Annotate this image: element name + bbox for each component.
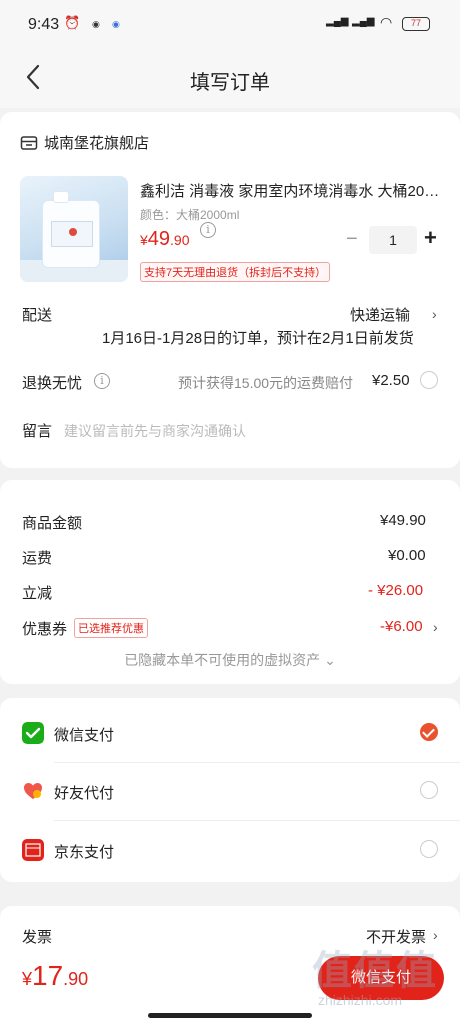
page-title: 填写订单 bbox=[190, 72, 270, 94]
invoice-label: 发票 bbox=[22, 929, 53, 946]
hidden-assets-note: 已隐藏本单不可使用的虚拟资产 bbox=[124, 652, 321, 668]
message-label: 留言 bbox=[22, 423, 53, 440]
total-price: ¥17.90 bbox=[22, 960, 89, 991]
product-title[interactable]: 鑫利洁 消毒液 家用室内环境消毒水 大桶2000ml bbox=[140, 180, 445, 201]
quantity-decrease-button[interactable]: − bbox=[346, 228, 358, 251]
signal-2-icon: ▂▄▆ bbox=[352, 16, 375, 27]
price-info-icon[interactable]: i bbox=[200, 222, 216, 238]
watermark-domain: zhizhizhi.com bbox=[318, 992, 403, 1008]
wechat-pay-icon bbox=[22, 722, 44, 744]
product-price: ¥49.90 bbox=[140, 228, 190, 250]
delivery-note: 1月16日-1月28日的订单，预计在2月1日前发货 bbox=[102, 330, 414, 347]
alarm-icon: ⏰ bbox=[64, 15, 81, 30]
price-summary-card: 商品金额 ¥49.90 运费 ¥0.00 立减 - ¥26.00 优惠券 已选推… bbox=[0, 480, 460, 684]
shop-row[interactable]: 城南堡花旗舰店 bbox=[20, 132, 149, 153]
divider bbox=[54, 762, 460, 763]
notification-dot-icon: ◉ bbox=[92, 19, 100, 29]
message-input[interactable]: 建议留言前先与商家沟通确认 bbox=[64, 421, 246, 441]
order-item-card: 城南堡花旗舰店 鑫利洁 消毒液 家用室内环境消毒水 大桶2000ml 颜色：大桶… bbox=[0, 112, 460, 468]
hidden-assets-toggle[interactable]: 已隐藏本单不可使用的虚拟资产 ⌄ bbox=[0, 650, 460, 670]
chevron-right-icon[interactable]: › bbox=[433, 619, 438, 635]
status-time: 9:43 bbox=[28, 16, 60, 33]
chevron-down-icon: ⌄ bbox=[324, 652, 336, 668]
coupon-value[interactable]: -¥6.00 bbox=[380, 618, 423, 635]
return-insurance-info-icon[interactable]: i bbox=[94, 373, 110, 389]
quantity-increase-button[interactable]: + bbox=[424, 225, 437, 251]
jd-pay-radio[interactable] bbox=[420, 840, 438, 858]
divider bbox=[54, 820, 460, 821]
friend-pay-label[interactable]: 好友代付 bbox=[54, 782, 114, 803]
friend-pay-icon bbox=[24, 783, 42, 799]
delivery-label: 配送 bbox=[22, 307, 53, 324]
signal-1-icon: ▂▄▆ bbox=[326, 16, 349, 27]
coupon-label: 优惠券 bbox=[22, 621, 68, 638]
shop-icon bbox=[20, 135, 38, 150]
battery-icon: 77 bbox=[402, 17, 430, 31]
wifi-icon: ◠ bbox=[380, 14, 393, 30]
jd-pay-label[interactable]: 京东支付 bbox=[54, 841, 114, 862]
payment-methods-card: 微信支付 好友代付 京东支付 bbox=[0, 698, 460, 882]
delivery-method[interactable]: 快递运输 bbox=[350, 304, 410, 325]
status-bar: 9:43 ⏰ ◉ ◉ ▂▄▆ ▂▄▆ ◠ 77 bbox=[0, 0, 460, 48]
return-insurance-radio[interactable] bbox=[420, 371, 438, 389]
return-insurance-label: 退换无忧 bbox=[22, 375, 83, 392]
app-notification-icon: ◉ bbox=[112, 19, 120, 29]
shipping-fee-value: ¥0.00 bbox=[388, 547, 426, 564]
product-spec[interactable]: 颜色：大桶2000ml bbox=[140, 206, 239, 223]
coupon-recommended-tag: 已选推荐优惠 bbox=[74, 618, 148, 638]
nav-bar: 填写订单 bbox=[0, 48, 460, 108]
chevron-right-icon[interactable]: › bbox=[432, 306, 437, 322]
goods-amount-label: 商品金额 bbox=[22, 515, 83, 532]
product-image[interactable] bbox=[20, 176, 128, 282]
quantity-input[interactable]: 1 bbox=[369, 226, 417, 254]
shop-name: 城南堡花旗舰店 bbox=[44, 135, 150, 152]
discount-value: - ¥26.00 bbox=[368, 582, 424, 599]
wechat-pay-radio[interactable] bbox=[420, 723, 438, 741]
home-indicator[interactable] bbox=[148, 1013, 312, 1018]
wechat-pay-label[interactable]: 微信支付 bbox=[54, 724, 114, 745]
refund-policy-tag: 支持7天无理由退货（拆封后不支持） bbox=[140, 262, 331, 282]
jd-pay-icon bbox=[22, 839, 44, 861]
return-insurance-desc: 预计获得15.00元的运费赔付 bbox=[178, 375, 354, 391]
return-insurance-price: ¥2.50 bbox=[372, 372, 410, 389]
watermark-logo: 值值值 bbox=[312, 949, 438, 993]
shipping-fee-label: 运费 bbox=[22, 550, 53, 567]
friend-pay-radio[interactable] bbox=[420, 781, 438, 799]
goods-amount-value: ¥49.90 bbox=[380, 512, 426, 529]
discount-label: 立减 bbox=[22, 585, 53, 602]
